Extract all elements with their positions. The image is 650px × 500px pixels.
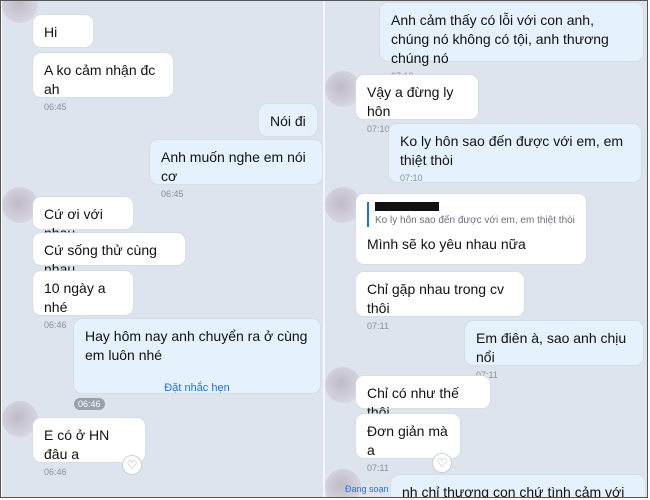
quoted-text: Ko ly hôn sao đến được với em, em thiệt … [375, 215, 575, 226]
message-text: Nói đi [270, 113, 306, 129]
message-text: E có ở HN đâu a [44, 427, 110, 462]
heart-icon[interactable]: ♡ [123, 456, 141, 474]
message-time-chip: 06:46 [74, 398, 105, 410]
redacted-name [375, 202, 439, 211]
message-bubble-incoming[interactable]: A ko cảm nhận đc ah 06:45 [33, 53, 173, 112]
message-text: Chỉ gặp nhau trong cv thôi [367, 281, 504, 316]
set-reminder-link[interactable]: Đặt nhắc hẹn [85, 379, 309, 398]
message-text: Hi [44, 24, 58, 40]
message-bubble-incoming[interactable]: Hi [33, 15, 93, 47]
message-bubble-outgoing[interactable]: Ko ly hôn sao đến được với em, em thiệt … [389, 124, 641, 183]
message-time: 07:10 [400, 173, 423, 183]
message-bubble-incoming[interactable]: Đơn giản mà a 07:11 [356, 414, 460, 473]
message-text: nh chỉ thương con chứ tình cảm với vợ [402, 484, 625, 498]
message-time: 07:11 [476, 370, 498, 380]
message-bubble-incoming[interactable]: Vậy a đừng ly hôn 07:10 [356, 75, 478, 134]
chat-panel-left: Hi A ko cảm nhận đc ah 06:45 Nói đi Anh … [2, 1, 324, 497]
message-text: Ko ly hôn sao đến được với em, em thiệt … [400, 133, 624, 168]
message-bubble-incoming[interactable]: Ko ly hôn sao đến được với em, em thiệt … [356, 194, 586, 264]
message-bubble-outgoing[interactable]: Anh cảm thấy có lỗi với con anh, chúng n… [380, 3, 643, 81]
message-text: Hay hôm nay anh chuyển ra ở cùng em luôn… [85, 328, 308, 363]
message-text: Anh muốn nghe em nói cơ [161, 149, 306, 184]
message-bubble-outgoing[interactable]: Anh muốn nghe em nói cơ 06:45 [150, 140, 322, 199]
message-time: 06:45 [161, 189, 184, 199]
message-bubble-outgoing[interactable]: nh chỉ thương con chứ tình cảm với vợ [391, 475, 645, 498]
message-bubble-incoming[interactable]: Chỉ có như thế thôi [356, 376, 490, 420]
screenshot-frame: Hi A ko cảm nhận đc ah 06:45 Nói đi Anh … [0, 0, 648, 498]
message-time: 06:46 [44, 467, 67, 477]
message-bubble-incoming[interactable]: Chỉ gặp nhau trong cv thôi 07:11 [356, 272, 524, 331]
quoted-reply[interactable]: Ko ly hôn sao đến được với em, em thiệt … [367, 202, 575, 227]
message-bubble-incoming[interactable]: E có ở HN đâu a 06:46 [33, 418, 145, 477]
message-bubble-outgoing[interactable]: Em điên à, sao anh chịu nổi 07:11 [465, 321, 643, 380]
message-bubble-outgoing[interactable]: Nói đi [259, 104, 317, 136]
message-bubble-incoming[interactable]: 10 ngày a nhé 06:46 [33, 271, 133, 330]
message-time: 06:45 [44, 102, 67, 112]
message-bubble-outgoing[interactable]: Hay hôm nay anh chuyển ra ở cùng em luôn… [74, 319, 320, 394]
chat-panel-right: Anh cảm thấy có lỗi với con anh, chúng n… [325, 1, 647, 498]
message-text: Vậy a đừng ly hôn [367, 84, 454, 119]
message-bubble-incoming[interactable]: Cứ ơi với nhau [33, 197, 133, 241]
message-text: Em điên à, sao anh chịu nổi [476, 330, 627, 365]
message-text: Anh cảm thấy có lỗi với con anh, chúng n… [391, 12, 609, 66]
message-text: A ko cảm nhận đc ah [44, 62, 156, 97]
message-text: Mình sẽ ko yêu nhau nữa [367, 236, 526, 252]
message-bubble-incoming[interactable]: Cứ sống thử cùng nhau [33, 233, 185, 277]
heart-icon[interactable]: ♡ [433, 454, 451, 472]
message-text: 10 ngày a nhé [44, 280, 106, 315]
